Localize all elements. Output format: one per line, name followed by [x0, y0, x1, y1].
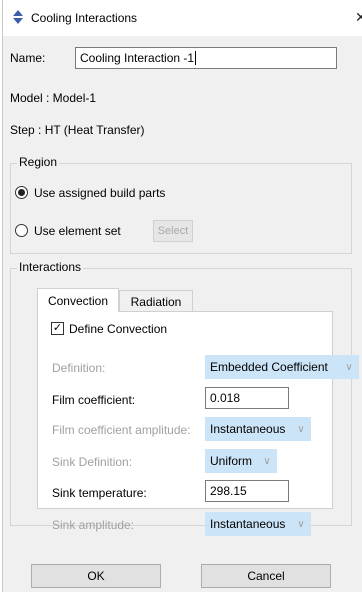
sink-definition-value: Uniform — [210, 454, 253, 468]
sink-amplitude-combo[interactable]: Instantaneous ∨ — [205, 512, 311, 536]
sink-temperature-label: Sink temperature: — [52, 486, 147, 500]
region-group-title: Region — [17, 155, 60, 169]
tab-radiation[interactable]: Radiation — [119, 290, 193, 312]
chevron-down-icon: ∨ — [345, 361, 353, 373]
radio-use-element-set-label: Use element set — [34, 224, 121, 238]
window-title: Cooling Interactions — [31, 11, 138, 25]
film-coefficient-amplitude-combo[interactable]: Instantaneous ∨ — [205, 417, 311, 441]
interactions-group-title: Interactions — [17, 260, 84, 274]
name-label: Name: — [10, 51, 46, 65]
model-label: Model : Model-1 — [10, 91, 97, 105]
ok-button[interactable]: OK — [31, 564, 161, 588]
film-coefficient-input[interactable]: 0.018 — [205, 387, 289, 409]
definition-value: Embedded Coefficient — [210, 360, 328, 374]
chevron-down-icon: ∨ — [297, 518, 305, 530]
radio-use-element-set[interactable] — [15, 224, 28, 237]
close-icon[interactable]: ✕ — [355, 9, 362, 26]
name-input-value: Cooling Interaction -1 — [80, 51, 195, 65]
film-coefficient-amplitude-value: Instantaneous — [210, 422, 286, 436]
radio-use-assigned-build-parts-label: Use assigned build parts — [34, 186, 166, 200]
definition-label: Definition: — [52, 361, 106, 375]
select-button[interactable]: Select — [153, 220, 193, 242]
chevron-down-icon: ∨ — [263, 455, 271, 467]
definition-combo[interactable]: Embedded Coefficient ∨ — [205, 355, 359, 379]
define-convection-checkbox[interactable]: ✓ — [51, 322, 64, 335]
sink-temperature-input[interactable]: 298.15 — [205, 480, 289, 502]
name-input[interactable]: Cooling Interaction -1 — [75, 47, 337, 69]
sink-temperature-value: 298.15 — [210, 484, 247, 498]
text-caret — [195, 51, 197, 65]
move-arrows-icon — [11, 10, 25, 24]
sink-definition-combo[interactable]: Uniform ∨ — [205, 449, 277, 473]
sink-amplitude-label: Sink amplitude: — [52, 518, 135, 532]
film-coefficient-label: Film coefficient: — [52, 393, 136, 407]
define-convection-label: Define Convection — [69, 322, 168, 336]
film-coefficient-value: 0.018 — [210, 391, 241, 405]
tab-convection[interactable]: Convection — [37, 288, 119, 312]
cancel-button[interactable]: Cancel — [201, 564, 331, 588]
step-label: Step : HT (Heat Transfer) — [10, 123, 145, 137]
film-coefficient-amplitude-label: Film coefficient amplitude: — [52, 423, 191, 437]
sink-definition-label: Sink Definition: — [52, 455, 133, 469]
cooling-interactions-dialog: Cooling Interactions ✕ Name: Cooling Int… — [2, 0, 362, 592]
radio-use-assigned-build-parts[interactable] — [15, 186, 28, 199]
sink-amplitude-value: Instantaneous — [210, 517, 286, 531]
title-bar[interactable]: Cooling Interactions ✕ — [3, 0, 362, 36]
chevron-down-icon: ∨ — [297, 423, 305, 435]
